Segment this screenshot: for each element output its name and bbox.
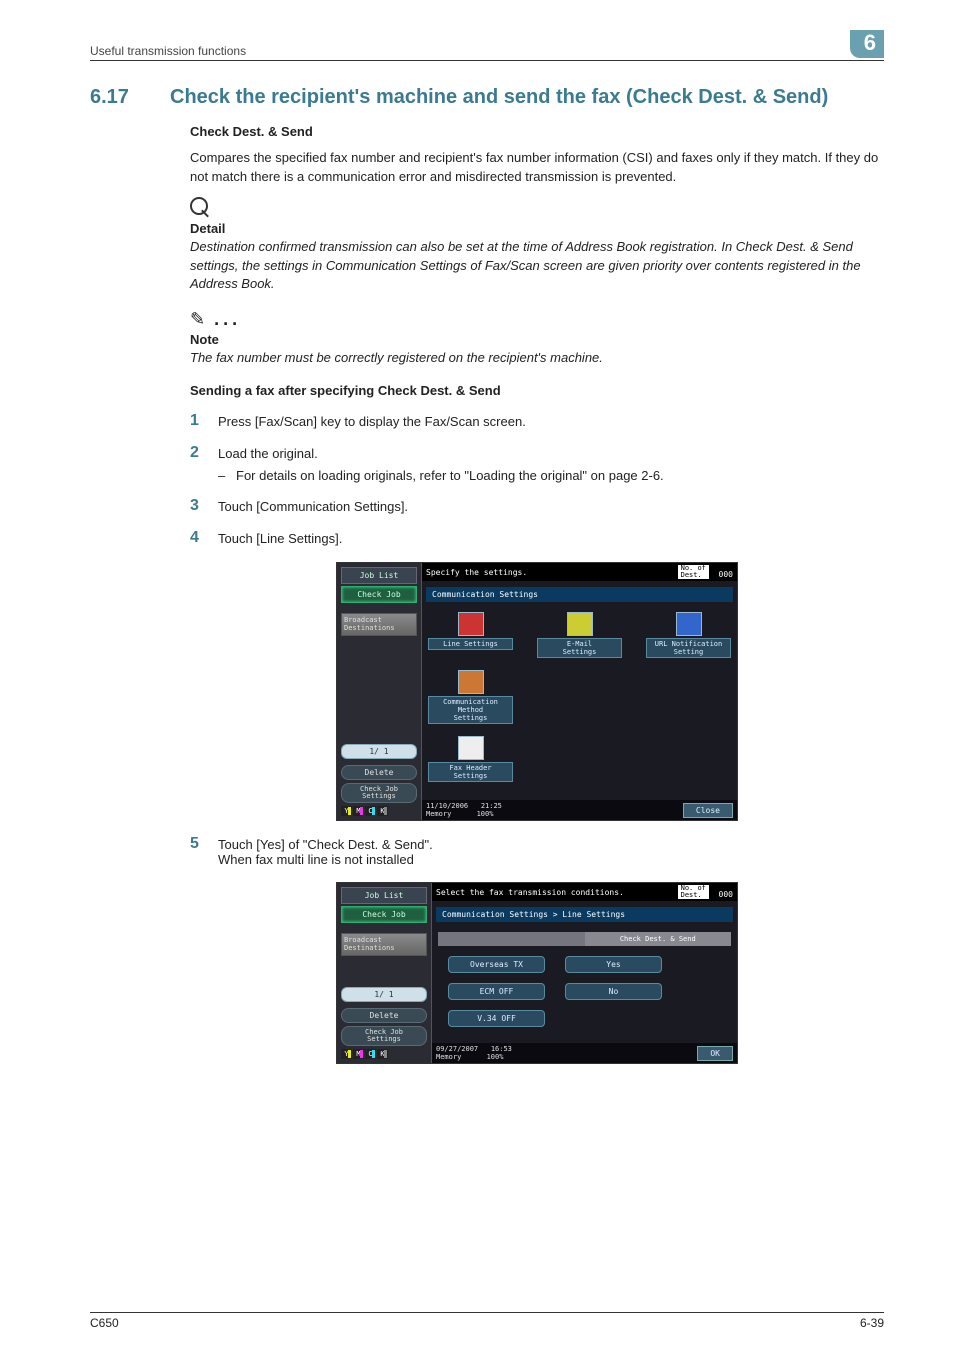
column-head-blank <box>438 932 585 946</box>
fax-header-icon <box>458 736 484 760</box>
step-number-4: 4 <box>190 529 218 547</box>
dest-count-value: 000 <box>719 570 733 579</box>
dest-count-label: No. of Dest. <box>678 565 709 579</box>
comm-method-button[interactable]: Communication Method Settings <box>428 670 513 724</box>
page-header: Useful transmission functions 6 <box>90 30 884 61</box>
note-label: Note <box>190 332 884 347</box>
delete-button[interactable]: Delete <box>341 765 417 780</box>
job-list-tab-2[interactable]: Job List <box>341 887 427 904</box>
footer-page-number: 6-39 <box>860 1316 884 1330</box>
step-2-text: Load the original. <box>218 444 884 462</box>
fax-header-button[interactable]: Fax Header Settings <box>428 736 513 782</box>
page-counter-2: 1/ 1 <box>341 987 427 1002</box>
sending-fax-subtitle: Sending a fax after specifying Check Des… <box>190 383 884 398</box>
dest-count-value-2: 000 <box>719 890 733 899</box>
section-title: 6.17Check the recipient's machine and se… <box>90 61 884 109</box>
step-2-bullet-text: For details on loading originals, refer … <box>236 468 664 483</box>
step-3-text: Touch [Communication Settings]. <box>218 497 884 515</box>
detail-text: Destination confirmed transmission can a… <box>190 238 884 295</box>
note-icon: ✎ ... <box>190 309 884 330</box>
broadcast-destinations-label[interactable]: Broadcast Destinations <box>341 613 417 636</box>
ok-button[interactable]: OK <box>697 1046 733 1061</box>
check-job-settings-button-2[interactable]: Check Job Settings <box>341 1026 427 1046</box>
check-job-tab-2[interactable]: Check Job <box>341 906 427 923</box>
running-head: Useful transmission functions <box>90 44 246 58</box>
section-number: 6.17 <box>90 86 170 109</box>
check-dest-subtitle: Check Dest. & Send <box>190 124 884 139</box>
step-5-line2: When fax multi line is not installed <box>218 852 884 867</box>
broadcast-destinations-label-2[interactable]: Broadcast Destinations <box>341 933 427 956</box>
yes-button[interactable]: Yes <box>565 956 662 973</box>
step-number-2: 2 <box>190 444 218 462</box>
device-screenshot-2: Job List Check Job Broadcast Destination… <box>336 882 738 1064</box>
screen1-prompt: Specify the settings. <box>426 568 527 577</box>
step-4-text: Touch [Line Settings]. <box>218 529 884 547</box>
bullet-dash: – <box>218 468 236 483</box>
screen2-header-bar: Communication Settings > Line Settings <box>436 907 733 922</box>
ecm-off-button[interactable]: ECM OFF <box>448 983 545 1000</box>
screen1-header-bar: Communication Settings <box>426 587 733 602</box>
toner-y: Y <box>341 806 352 816</box>
page-counter: 1/ 1 <box>341 744 417 759</box>
overseas-tx-button[interactable]: Overseas TX <box>448 956 545 973</box>
line-settings-icon <box>458 612 484 636</box>
toner-k-2: K <box>377 1049 388 1059</box>
check-job-tab[interactable]: Check Job <box>341 586 417 603</box>
screen2-footer-datetime: 09/27/2007 16:53 Memory 100% <box>436 1045 512 1061</box>
toner-m-2: M <box>353 1049 364 1059</box>
detail-label: Detail <box>190 221 884 236</box>
toner-c-2: C <box>365 1049 376 1059</box>
device-screenshot-1: Job List Check Job Broadcast Destination… <box>336 562 738 821</box>
email-settings-icon <box>567 612 593 636</box>
url-notification-button[interactable]: URL Notification Setting <box>646 612 731 658</box>
v34-off-button[interactable]: V.34 OFF <box>448 1010 545 1027</box>
toner-c: C <box>365 806 376 816</box>
screen2-prompt: Select the fax transmission conditions. <box>436 888 624 897</box>
step-1-text: Press [Fax/Scan] key to display the Fax/… <box>218 412 884 430</box>
job-list-tab[interactable]: Job List <box>341 567 417 584</box>
toner-k: K <box>377 806 388 816</box>
column-head-check-dest: Check Dest. & Send <box>585 932 732 946</box>
footer-model: C650 <box>90 1316 119 1330</box>
line-settings-button[interactable]: Line Settings <box>428 612 513 658</box>
comm-method-icon <box>458 670 484 694</box>
close-button[interactable]: Close <box>683 803 733 818</box>
dest-count-label-2: No. of Dest. <box>678 885 709 899</box>
step-5-line1: Touch [Yes] of "Check Dest. & Send". <box>218 837 884 852</box>
screen1-footer-datetime: 11/10/2006 21:25 Memory 100% <box>426 802 502 818</box>
url-notification-icon <box>676 612 702 636</box>
toner-m: M <box>353 806 364 816</box>
intro-paragraph: Compares the specified fax number and re… <box>190 149 884 187</box>
page-footer: C650 6-39 <box>90 1312 884 1330</box>
step-number-5: 5 <box>190 835 218 867</box>
step-number-1: 1 <box>190 412 218 430</box>
step-number-3: 3 <box>190 497 218 515</box>
no-button[interactable]: No <box>565 983 662 1000</box>
email-settings-button[interactable]: E-Mail Settings <box>537 612 622 658</box>
toner-y-2: Y <box>341 1049 352 1059</box>
delete-button-2[interactable]: Delete <box>341 1008 427 1023</box>
chapter-number-badge: 6 <box>850 30 884 58</box>
check-job-settings-button[interactable]: Check Job Settings <box>341 783 417 803</box>
section-title-text: Check the recipient's machine and send t… <box>170 86 828 108</box>
note-text: The fax number must be correctly registe… <box>190 349 884 368</box>
magnifier-icon <box>190 197 210 217</box>
